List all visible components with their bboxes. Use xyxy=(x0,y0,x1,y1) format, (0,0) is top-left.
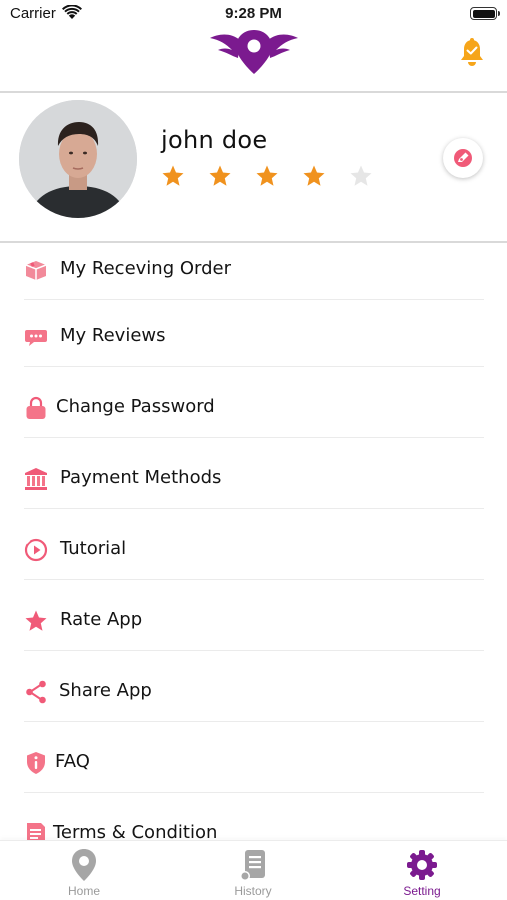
battery-icon xyxy=(470,7,500,20)
bank-icon xyxy=(25,468,47,490)
rating-stars xyxy=(160,164,374,188)
star-filled-icon xyxy=(162,165,184,186)
bell-icon[interactable] xyxy=(459,38,485,68)
star-filled-icon xyxy=(256,165,278,186)
tab-history[interactable]: History xyxy=(193,841,313,900)
menu-item-my-reviews[interactable]: My Reviews xyxy=(24,310,484,381)
menu-item-change-password[interactable]: Change Password xyxy=(24,381,484,452)
edit-pencil-icon xyxy=(454,149,472,167)
star-filled-icon xyxy=(209,165,231,186)
chat-bubble-icon xyxy=(25,330,47,346)
tab-home[interactable]: Home xyxy=(24,841,144,900)
menu-divider xyxy=(24,508,484,509)
menu-divider xyxy=(24,792,484,793)
menu-divider xyxy=(24,437,484,438)
star-empty-icon xyxy=(350,165,372,186)
box-icon xyxy=(25,261,47,280)
lock-icon xyxy=(26,396,46,419)
menu-item-label: FAQ xyxy=(55,751,90,772)
menu-item-label: Share App xyxy=(59,680,152,701)
status-bar: Carrier 9:28 PM xyxy=(0,0,507,30)
tab-label: Home xyxy=(67,884,100,898)
location-pin-icon xyxy=(72,849,96,881)
menu-divider xyxy=(24,650,484,651)
profile-card: john doe xyxy=(0,93,507,241)
menu-item-rate-app[interactable]: Rate App xyxy=(24,594,484,665)
menu-item-label: Change Password xyxy=(56,396,215,417)
menu-item-share-app[interactable]: Share App xyxy=(24,665,484,736)
winged-pin-logo xyxy=(210,30,298,74)
receipt-icon xyxy=(240,850,265,881)
menu-item-tutorial[interactable]: Tutorial xyxy=(24,523,484,594)
share-icon xyxy=(26,680,46,704)
star-filled-icon xyxy=(303,165,325,186)
bottom-tab-bar: Home History Setting xyxy=(0,840,507,900)
menu-item-label: My Receving Order xyxy=(60,258,232,279)
menu-item-label: Tutorial xyxy=(60,538,127,559)
menu-item-label: My Reviews xyxy=(60,325,166,346)
tab-label: Setting xyxy=(403,884,441,898)
avatar[interactable] xyxy=(19,100,137,218)
menu-divider xyxy=(24,721,484,722)
menu-divider xyxy=(24,579,484,580)
menu-item-payment-methods[interactable]: Payment Methods xyxy=(24,452,484,523)
menu-item-label: Payment Methods xyxy=(60,467,222,488)
status-time: 9:28 PM xyxy=(225,5,282,22)
edit-profile-button[interactable] xyxy=(443,138,483,178)
menu-divider xyxy=(24,299,484,300)
tab-setting[interactable]: Setting xyxy=(362,841,482,900)
menu-item-faq[interactable]: FAQ xyxy=(24,736,484,807)
menu-item-my-receving-order[interactable]: My Receving Order xyxy=(24,243,484,314)
app-header xyxy=(0,28,507,92)
user-name: john doe xyxy=(161,126,268,154)
star-icon xyxy=(25,610,47,631)
play-circle-icon xyxy=(24,538,48,562)
menu-divider xyxy=(24,366,484,367)
menu-item-label: Rate App xyxy=(60,609,143,630)
avatar-photo xyxy=(19,100,137,218)
info-shield-icon xyxy=(27,752,45,774)
gear-icon xyxy=(407,850,437,880)
tab-label: History xyxy=(234,884,272,898)
